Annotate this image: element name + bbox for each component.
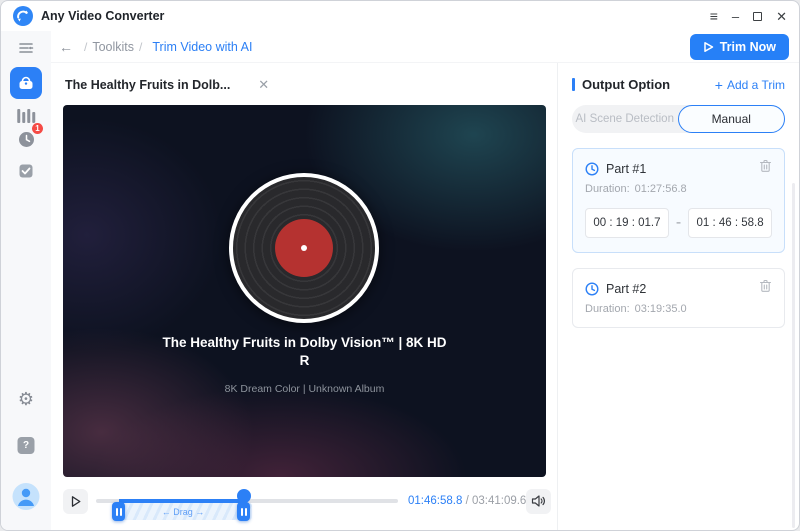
clock-icon <box>585 282 599 296</box>
toolbox-icon <box>17 74 35 92</box>
volume-button[interactable] <box>526 489 551 514</box>
vinyl-center-dot <box>301 245 307 251</box>
breadcrumb-current: Trim Video with AI <box>152 40 252 54</box>
duration-value: 03:19:35.0 <box>635 303 687 315</box>
titlebar: Any Video Converter ≡ – ✕ <box>1 1 799 31</box>
close-video-icon[interactable]: ✕ <box>258 77 269 93</box>
play-icon <box>68 494 83 509</box>
delete-part-icon[interactable] <box>759 279 772 298</box>
sidebar-item-toolbox[interactable] <box>10 67 42 99</box>
plus-icon: + <box>715 78 723 92</box>
video-overlay-text: The Healthy Fruits in Dolby Vision™ | 8K… <box>93 334 516 395</box>
speaker-icon <box>531 494 546 508</box>
breadcrumb-toolkits[interactable]: Toolkits <box>92 40 134 54</box>
delete-part-icon[interactable] <box>759 159 772 178</box>
breadcrumb-separator: / <box>84 40 87 54</box>
sidebar-item-history[interactable]: 1 <box>14 127 38 151</box>
video-player[interactable]: The Healthy Fruits in Dolby Vision™ | 8K… <box>63 105 546 477</box>
close-button[interactable]: ✕ <box>776 10 787 23</box>
add-a-trim-label: Add a Trim <box>727 78 785 92</box>
part-card-1[interactable]: Part #1 Duration: 01:27:56.8 <box>572 148 785 253</box>
duration-label: Duration: <box>585 303 630 315</box>
accent-bar <box>572 78 575 91</box>
vinyl-record <box>229 173 379 323</box>
time-separator: / <box>466 495 469 507</box>
app-window: Any Video Converter ≡ – ✕ <box>0 0 800 531</box>
trim-now-label: Trim Now <box>720 40 776 54</box>
panel-scrollbar[interactable] <box>792 183 795 528</box>
breadcrumb: ← / Toolkits / Trim Video with AI Trim N… <box>51 31 799 63</box>
trim-start-handle[interactable] <box>112 502 125 521</box>
video-pane: The Healthy Fruits in Dolb... ✕ The Heal… <box>51 63 557 531</box>
help-icon[interactable]: ? <box>18 437 35 454</box>
trim-timeline[interactable]: ← Drag → <box>96 488 398 514</box>
breadcrumb-separator: / <box>139 40 142 54</box>
player-controls: ← Drag → 01:46:58.8 / 03:41:09.6 <box>63 488 546 514</box>
playhead[interactable] <box>237 489 251 503</box>
sidebar-collapse-icon[interactable] <box>18 41 34 55</box>
current-time: 01:46:58.8 <box>408 495 462 507</box>
sidebar-item-tasks[interactable] <box>18 163 34 179</box>
duration-value: 01:27:56.8 <box>635 183 687 195</box>
maximize-icon <box>753 12 762 21</box>
part-name: Part #1 <box>606 162 646 176</box>
vinyl-label <box>275 219 333 277</box>
time-display: 01:46:58.8 / 03:41:09.6 <box>408 495 526 507</box>
part-name: Part #2 <box>606 282 646 296</box>
range-dash: - <box>676 214 681 232</box>
minimize-button[interactable]: – <box>732 10 739 23</box>
video-file-title: The Healthy Fruits in Dolb... <box>65 78 230 92</box>
back-arrow-icon[interactable]: ← <box>59 39 73 55</box>
clock-icon <box>585 162 599 176</box>
sidebar: 1 ⚙ ? <box>1 31 51 531</box>
trim-now-button[interactable]: Trim Now <box>690 34 789 60</box>
task-check-icon <box>18 163 34 179</box>
part-card-2[interactable]: Part #2 Duration: 03:19:35.0 <box>572 268 785 328</box>
overlay-subtitle: 8K Dream Color | Unknown Album <box>93 383 516 395</box>
tab-manual[interactable]: Manual <box>678 105 786 133</box>
add-a-trim-button[interactable]: + Add a Trim <box>715 78 785 92</box>
notification-badge: 1 <box>31 122 44 135</box>
person-icon <box>13 483 40 510</box>
play-icon <box>703 41 714 53</box>
start-time-input[interactable]: 00 : 19 : 01.7 <box>585 208 669 238</box>
user-avatar[interactable] <box>13 483 40 510</box>
output-option-panel: Output Option + Add a Trim AI Scene Dete… <box>557 63 799 531</box>
app-title: Any Video Converter <box>41 9 164 23</box>
drag-label: ← Drag → <box>162 507 205 517</box>
overlay-title-line2: R <box>93 352 516 370</box>
maximize-button[interactable] <box>753 10 762 23</box>
duration-label: Duration: <box>585 183 630 195</box>
play-button[interactable] <box>63 489 88 514</box>
trim-drag-region[interactable]: ← Drag → <box>114 503 252 520</box>
app-logo-icon <box>13 6 33 26</box>
end-time-input[interactable]: 01 : 46 : 58.8 <box>688 208 772 238</box>
overlay-title-line1: The Healthy Fruits in Dolby Vision™ | 8K… <box>93 334 516 352</box>
sidebar-item-library[interactable] <box>17 109 35 123</box>
panel-title: Output Option <box>582 77 670 92</box>
app-menu-button[interactable]: ≡ <box>710 9 718 23</box>
total-time: 03:41:09.6 <box>472 495 526 507</box>
settings-gear-icon[interactable]: ⚙ <box>18 389 34 410</box>
mode-tabs: AI Scene Detection Manual <box>572 105 785 133</box>
tab-ai-scene-detection[interactable]: AI Scene Detection <box>572 105 678 133</box>
